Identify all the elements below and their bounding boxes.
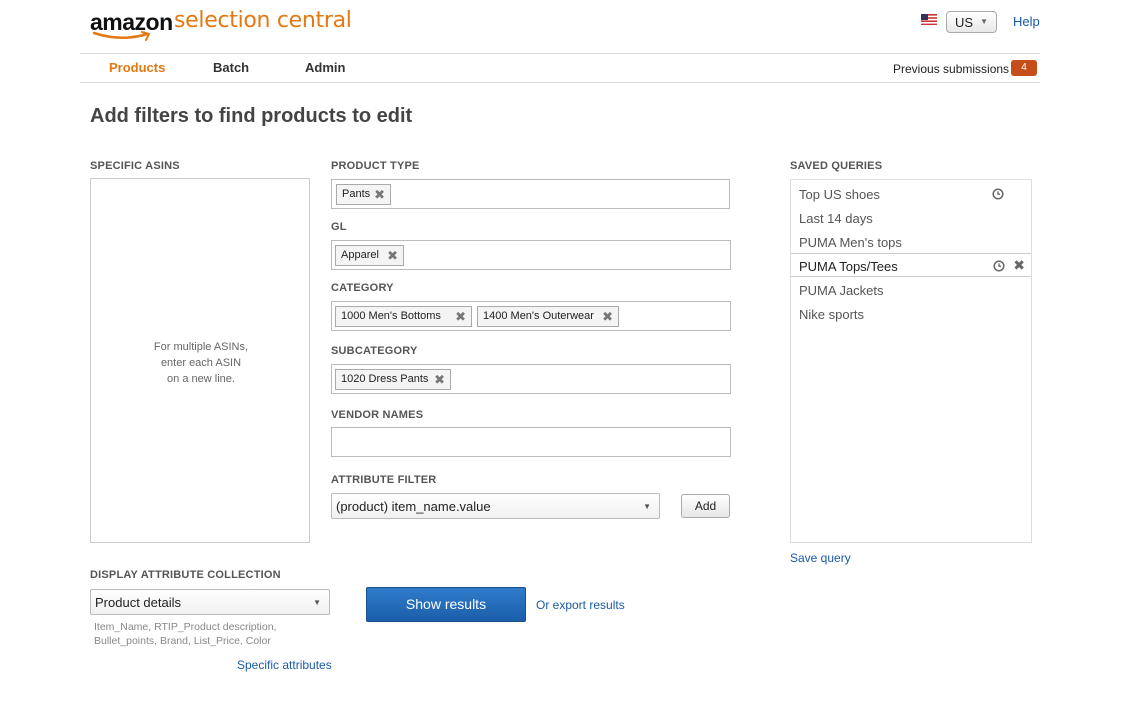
- attribute-filter-select[interactable]: (product) item_name.value ▼: [331, 493, 660, 519]
- filter-token: 1000 Men's Bottoms ✖: [335, 306, 472, 327]
- display-attribute-value: Product details: [95, 595, 181, 610]
- previous-submissions-link[interactable]: Previous submissions: [893, 62, 1009, 76]
- delete-query-icon[interactable]: ✖: [1013, 258, 1025, 272]
- asin-hint: For multiple ASINs, enter each ASIN on a…: [91, 339, 311, 387]
- tab-batch[interactable]: Batch: [213, 60, 249, 75]
- saved-query-item[interactable]: Top US shoes: [791, 182, 1031, 206]
- show-results-button[interactable]: Show results: [366, 587, 526, 622]
- tab-admin[interactable]: Admin: [305, 60, 345, 75]
- help-link[interactable]: Help: [1013, 14, 1040, 29]
- save-query-link[interactable]: Save query: [790, 551, 851, 565]
- us-flag-icon: [921, 14, 937, 25]
- saved-query-name: PUMA Men's tops: [799, 235, 902, 250]
- attribute-filter-value: (product) item_name.value: [336, 499, 491, 514]
- smile-icon: [92, 31, 151, 41]
- add-attribute-button[interactable]: Add: [681, 494, 730, 518]
- clock-icon: [992, 188, 1004, 200]
- saved-queries-label: SAVED QUERIES: [790, 160, 883, 172]
- display-attribute-select[interactable]: Product details ▼: [90, 589, 330, 615]
- export-results-link[interactable]: Or export results: [536, 598, 625, 612]
- saved-query-item[interactable]: PUMA Jackets: [791, 278, 1031, 302]
- attribute-filter-label: ATTRIBUTE FILTER: [331, 474, 437, 486]
- logo-product-text: selection central: [174, 8, 352, 33]
- nav-divider-top: [80, 53, 1040, 54]
- asin-hint-line: on a new line.: [167, 373, 235, 385]
- clock-icon: [993, 260, 1005, 272]
- description-line: Bullet_points, Brand, List_Price, Color: [94, 635, 271, 647]
- saved-query-name: Top US shoes: [799, 187, 880, 202]
- saved-query-name: Last 14 days: [799, 211, 873, 226]
- token-label: 1000 Men's Bottoms: [341, 310, 441, 322]
- token-label: 1020 Dress Pants: [341, 373, 429, 385]
- token-label: Apparel: [341, 249, 379, 261]
- saved-query-item[interactable]: PUMA Men's tops: [791, 230, 1031, 254]
- subcategory-label: SUBCATEGORY: [331, 345, 418, 357]
- product-type-field[interactable]: Pants ✖: [331, 179, 730, 209]
- chevron-down-icon: ▼: [313, 598, 321, 607]
- gl-field[interactable]: Apparel ✖: [331, 240, 731, 270]
- nav-divider-bottom: [80, 82, 1040, 83]
- tab-products[interactable]: Products: [109, 60, 165, 75]
- chevron-down-icon: ▼: [643, 502, 651, 511]
- remove-token-icon[interactable]: ✖: [455, 310, 466, 324]
- remove-token-icon[interactable]: ✖: [434, 373, 445, 387]
- previous-submissions-badge[interactable]: 4: [1011, 60, 1037, 76]
- page-title: Add filters to find products to edit: [90, 105, 413, 127]
- specific-asins-label: SPECIFIC ASINS: [90, 160, 180, 172]
- asin-hint-line: For multiple ASINs,: [153, 341, 249, 353]
- vendor-names-label: VENDOR NAMES: [331, 409, 424, 421]
- remove-token-icon[interactable]: ✖: [602, 310, 613, 324]
- saved-query-name: PUMA Tops/Tees: [799, 259, 898, 274]
- attribute-collection-description: Item_Name, RTIP_Product description, Bul…: [94, 620, 324, 648]
- product-type-label: PRODUCT TYPE: [331, 160, 420, 172]
- filter-token: 1020 Dress Pants ✖: [335, 369, 451, 390]
- saved-query-name: PUMA Jackets: [799, 283, 884, 298]
- country-select[interactable]: US ▼: [946, 11, 997, 33]
- saved-query-item-selected[interactable]: PUMA Tops/Tees ✖: [791, 253, 1031, 277]
- filter-token: 1400 Men's Outerwear ✖: [477, 306, 619, 327]
- filter-token: Apparel ✖: [335, 245, 404, 266]
- subcategory-field[interactable]: 1020 Dress Pants ✖: [331, 364, 731, 394]
- specific-attributes-link[interactable]: Specific attributes: [237, 658, 332, 672]
- chevron-down-icon: ▼: [980, 17, 988, 26]
- saved-queries-list: Top US shoes Last 14 days PUMA Men's top…: [790, 179, 1032, 543]
- display-attribute-label: DISPLAY ATTRIBUTE COLLECTION: [90, 569, 281, 581]
- remove-token-icon[interactable]: ✖: [374, 188, 385, 202]
- saved-query-item[interactable]: Nike sports: [791, 302, 1031, 326]
- token-label: 1400 Men's Outerwear: [483, 310, 594, 322]
- gl-label: GL: [331, 221, 347, 233]
- saved-query-item[interactable]: Last 14 days: [791, 206, 1031, 230]
- category-label: CATEGORY: [331, 282, 394, 294]
- description-line: Item_Name, RTIP_Product description,: [94, 621, 277, 633]
- filter-token: Pants ✖: [336, 184, 391, 205]
- vendor-names-field[interactable]: [331, 427, 731, 457]
- category-field[interactable]: 1000 Men's Bottoms ✖ 1400 Men's Outerwea…: [331, 301, 731, 331]
- saved-query-name: Nike sports: [799, 307, 865, 322]
- asin-hint-line: enter each ASIN: [160, 357, 242, 369]
- remove-token-icon[interactable]: ✖: [387, 249, 398, 263]
- country-value: US: [955, 15, 974, 30]
- specific-asins-textarea[interactable]: For multiple ASINs, enter each ASIN on a…: [90, 178, 310, 543]
- token-label: Pants: [342, 188, 371, 200]
